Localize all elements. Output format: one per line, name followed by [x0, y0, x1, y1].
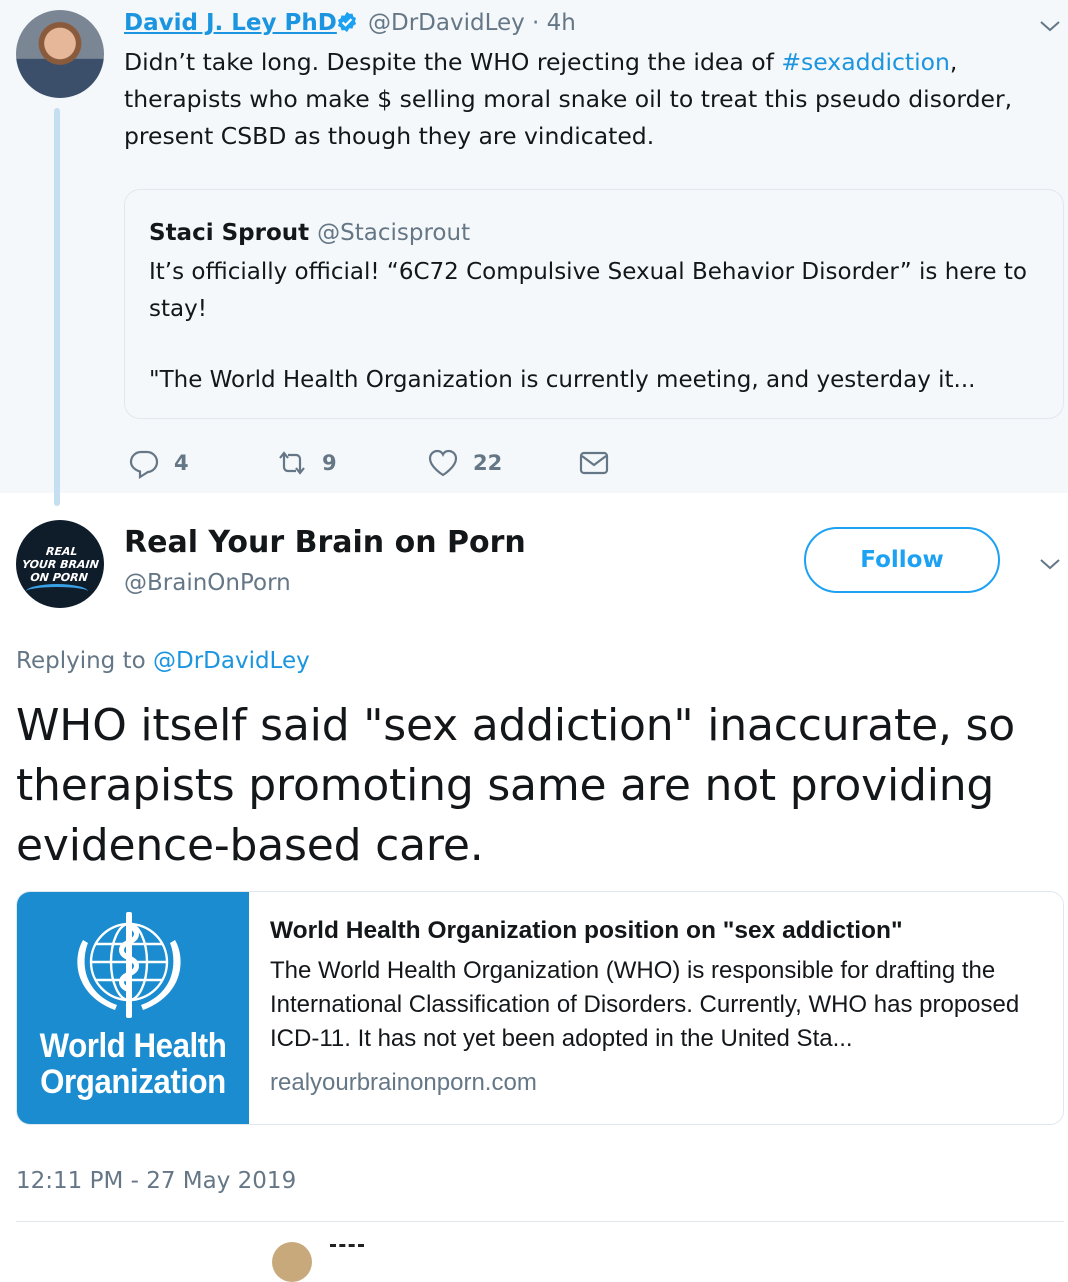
divider: [16, 1221, 1064, 1222]
parent-tweet-text: Didn’t take long. Despite the WHO reject…: [124, 44, 1064, 155]
hashtag-link[interactable]: #sexaddiction: [781, 48, 950, 76]
card-domain: realyourbrainonporn.com: [270, 1069, 537, 1096]
parent-author-name[interactable]: David J. Ley PhD: [124, 6, 337, 40]
main-author-name[interactable]: Real Your Brain on Porn: [124, 522, 526, 564]
like-icon: [428, 449, 458, 477]
tweet-timestamp[interactable]: 12:11 PM - 27 May 2019: [16, 1164, 296, 1198]
avatar-logo-line: REAL: [44, 544, 78, 558]
next-tweet-avatar: [272, 1242, 312, 1282]
card-image-caption-line1: World Health: [39, 1027, 227, 1065]
parent-text-start: Didn’t take long. Despite the WHO reject…: [124, 48, 782, 76]
card-image: World Health Organization: [17, 892, 249, 1124]
replying-to-line: Replying to @DrDavidLey: [16, 644, 310, 678]
avatar-logo-text: REAL YOUR BRAIN ON PORN: [20, 545, 101, 584]
thread-connector-line: [54, 108, 60, 506]
brainonporn-avatar[interactable]: REAL YOUR BRAIN ON PORN: [16, 520, 104, 608]
reply-count: 4: [174, 451, 189, 475]
reply-button[interactable]: 4: [128, 445, 189, 481]
like-count: 22: [473, 451, 503, 475]
quoted-tweet-text: It’s officially official! “6C72 Compulsi…: [149, 259, 1027, 322]
quoted-tweet[interactable]: Staci Sprout @Stacisprout It’s officially…: [124, 189, 1064, 419]
retweet-count: 9: [322, 451, 337, 475]
quoted-author: Staci Sprout @Stacisprout: [149, 216, 470, 250]
retweet-button[interactable]: 9: [276, 445, 337, 481]
chevron-down-icon[interactable]: [1038, 14, 1062, 38]
next-tweet-partial: [330, 1244, 364, 1253]
link-preview-card[interactable]: World Health Organization World Health O…: [16, 891, 1064, 1125]
avatar-swoosh: [26, 584, 88, 599]
avatar-logo-line: ON PORN: [29, 570, 89, 584]
quoted-tweet-text-continued: "The World Health Organization is curren…: [149, 367, 976, 393]
main-tweet-text: WHO itself said "sex addiction" inaccura…: [16, 700, 1015, 871]
replying-to-link[interactable]: @DrDavidLey: [153, 648, 310, 674]
avatar-logo-line: YOUR BRAIN: [20, 557, 100, 571]
retweet-icon: [279, 451, 305, 475]
like-button[interactable]: 22: [427, 445, 502, 481]
author-avatar[interactable]: [16, 10, 104, 98]
parent-tweet[interactable]: David J. Ley PhD @DrDavidLey · 4h Didn’t…: [0, 0, 1068, 506]
reply-icon: [129, 450, 159, 479]
direct-message-button[interactable]: [578, 445, 624, 481]
follow-button[interactable]: Follow: [804, 527, 1000, 593]
who-emblem-icon: [77, 912, 181, 1018]
quoted-author-name: Staci Sprout: [149, 220, 310, 246]
card-title: World Health Organization position on "s…: [270, 917, 903, 944]
replying-to-prefix: Replying to: [16, 648, 153, 674]
direct-message-icon: [579, 451, 609, 475]
main-author-handle[interactable]: @BrainOnPorn: [124, 566, 291, 600]
parent-handle-and-time[interactable]: @DrDavidLey · 4h: [368, 6, 576, 40]
card-image-caption-line2: Organization: [40, 1063, 226, 1101]
quoted-author-handle: @Stacisprout: [317, 220, 471, 246]
chevron-down-icon[interactable]: [1038, 552, 1062, 576]
verified-badge-icon: [337, 11, 357, 33]
card-description: The World Health Organization (WHO) is r…: [270, 957, 1020, 1052]
